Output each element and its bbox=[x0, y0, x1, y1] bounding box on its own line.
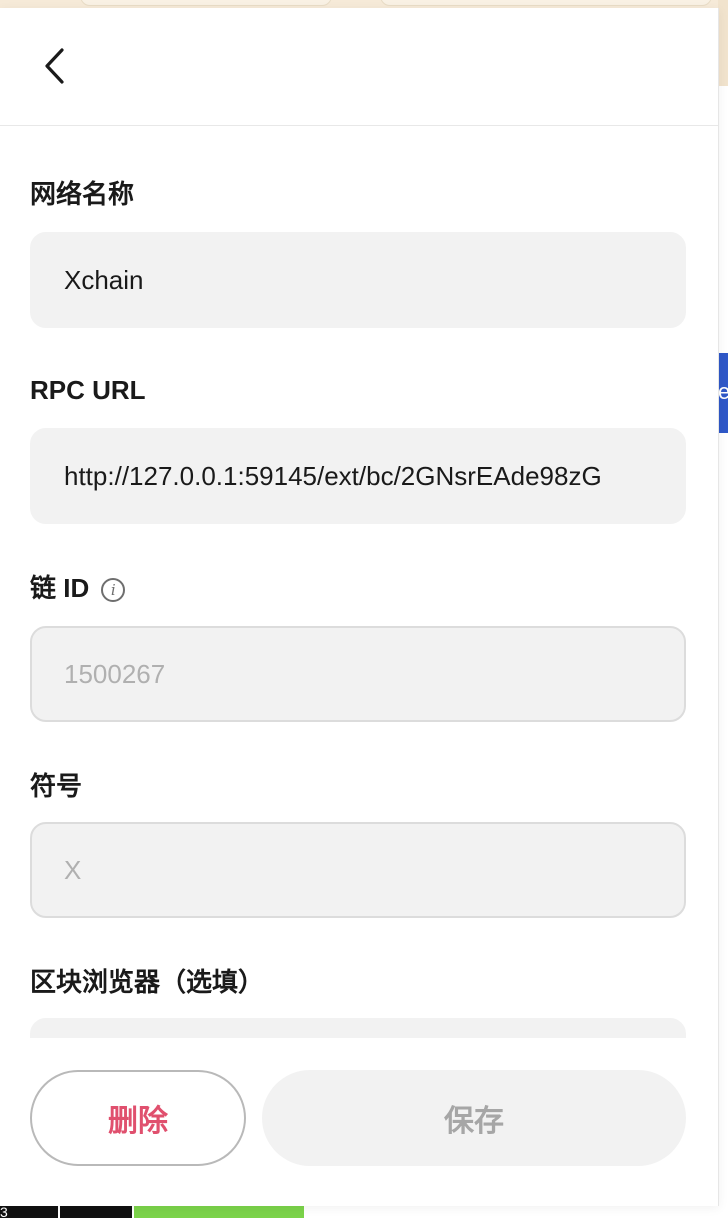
block-explorer-input[interactable] bbox=[32, 1020, 684, 1038]
delete-button[interactable]: 删除 bbox=[30, 1070, 246, 1166]
rpc-url-field-container bbox=[30, 428, 686, 524]
chain-id-field-container bbox=[30, 626, 686, 722]
network-name-input[interactable] bbox=[32, 234, 684, 326]
network-name-field-container bbox=[30, 232, 686, 328]
background-side-tab: e bbox=[718, 353, 728, 433]
network-name-label: 网络名称 bbox=[30, 178, 134, 210]
back-button[interactable] bbox=[30, 40, 78, 92]
symbol-field-container bbox=[30, 822, 686, 918]
form-scroll-area[interactable]: 网络名称 RPC URL 链 ID i 符号 区块浏览器（选填） bbox=[0, 126, 718, 1038]
chain-id-input bbox=[32, 628, 684, 720]
save-button[interactable]: 保存 bbox=[262, 1070, 686, 1166]
rpc-url-input[interactable] bbox=[32, 430, 684, 522]
symbol-label: 符号 bbox=[30, 770, 82, 802]
block-explorer-label: 区块浏览器（选填） bbox=[30, 966, 264, 998]
background-block bbox=[0, 1204, 58, 1218]
rpc-url-label-text: RPC URL bbox=[30, 375, 146, 405]
background-block bbox=[60, 1204, 132, 1218]
chevron-left-icon bbox=[45, 48, 64, 84]
chain-id-label-text: 链 ID bbox=[30, 573, 90, 603]
chain-id-label: 链 ID i bbox=[30, 572, 126, 604]
background-pill bbox=[80, 0, 332, 6]
background-pill bbox=[380, 0, 712, 6]
background-green-block bbox=[134, 1204, 304, 1218]
network-edit-panel: 网络名称 RPC URL 链 ID i 符号 区块浏览器（选填） bbox=[0, 8, 719, 1206]
panel-footer: 删除 保存 bbox=[0, 1038, 718, 1206]
symbol-input bbox=[32, 824, 684, 916]
panel-header bbox=[0, 8, 718, 126]
info-icon[interactable]: i bbox=[101, 578, 126, 602]
symbol-label-text: 符号 bbox=[30, 771, 83, 801]
block-explorer-label-text: 区块浏览器（选填） bbox=[30, 967, 265, 997]
background-page-right bbox=[718, 0, 728, 86]
block-explorer-field-container bbox=[30, 1018, 686, 1038]
background-page-bottom: 3 bbox=[0, 1204, 728, 1220]
network-name-label-text: 网络名称 bbox=[30, 179, 135, 209]
rpc-url-label: RPC URL bbox=[30, 374, 146, 406]
background-side-tab-text: e bbox=[718, 379, 728, 404]
